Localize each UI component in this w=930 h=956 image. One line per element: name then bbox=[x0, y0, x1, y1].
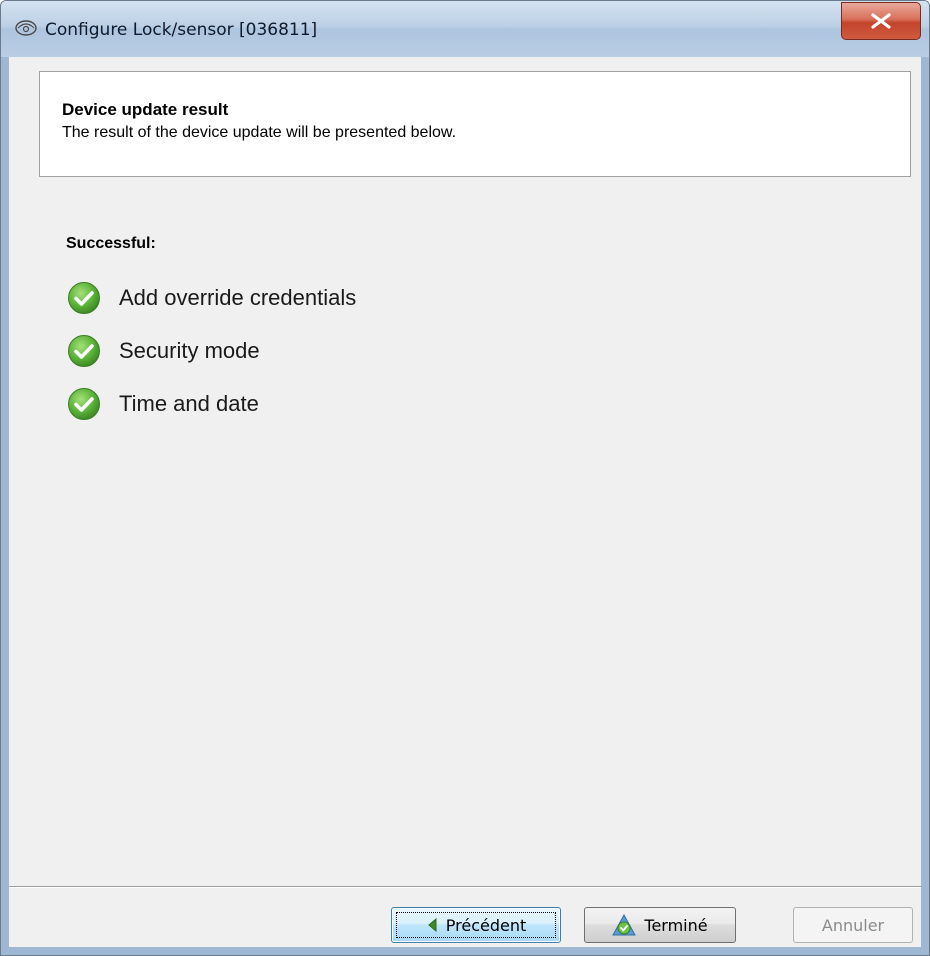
green-check-icon bbox=[68, 387, 100, 420]
result-label: Add override credentials bbox=[119, 284, 357, 310]
header-panel: Device update result The result of the d… bbox=[39, 71, 911, 177]
list-item: Security mode bbox=[67, 324, 356, 377]
dialog-window: Configure Lock/sensor [036811] Device up… bbox=[0, 0, 930, 956]
result-list: Add override credentials Security mode T… bbox=[67, 271, 356, 430]
lock-sensor-icon bbox=[15, 20, 37, 36]
list-item: Add override credentials bbox=[67, 271, 356, 324]
back-arrow-icon bbox=[427, 917, 437, 933]
cancel-button-label: Annuler bbox=[821, 915, 885, 935]
finish-button-label: Terminé bbox=[644, 915, 708, 935]
dialog-content: Device update result The result of the d… bbox=[9, 57, 921, 947]
close-button[interactable] bbox=[841, 2, 921, 40]
close-x-icon bbox=[871, 13, 891, 29]
result-label: Security mode bbox=[119, 337, 260, 363]
green-check-icon bbox=[68, 281, 100, 314]
green-check-icon bbox=[68, 334, 100, 367]
previous-button[interactable]: Précédent bbox=[391, 907, 561, 943]
previous-button-label: Précédent bbox=[445, 915, 527, 935]
title-bar[interactable]: Configure Lock/sensor [036811] bbox=[1, 1, 929, 57]
cancel-button[interactable]: Annuler bbox=[793, 907, 913, 943]
finish-check-icon bbox=[612, 914, 637, 936]
result-label: Time and date bbox=[119, 390, 259, 416]
list-item: Time and date bbox=[67, 377, 356, 430]
footer-divider bbox=[9, 886, 921, 888]
successful-label: Successful: bbox=[66, 235, 156, 252]
finish-button[interactable]: Terminé bbox=[584, 907, 736, 943]
window-title: Configure Lock/sensor [036811] bbox=[45, 20, 318, 40]
page-title: Device update result bbox=[62, 100, 229, 119]
page-subtitle: The result of the device update will be … bbox=[62, 124, 457, 141]
